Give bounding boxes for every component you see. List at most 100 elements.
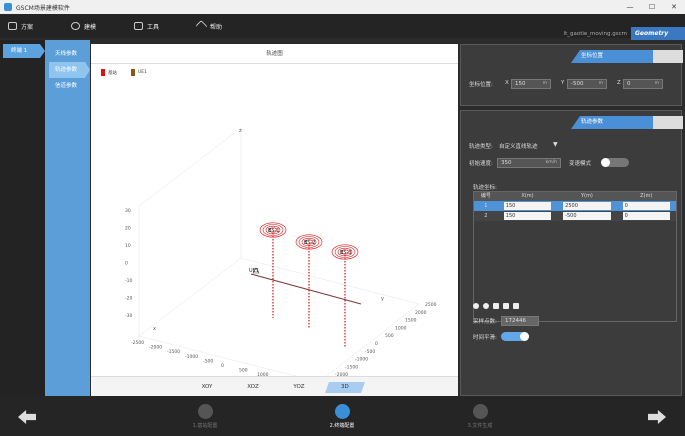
minimize-button[interactable]: — — [619, 0, 641, 14]
toggle-knob — [520, 332, 529, 341]
view-tab-yoz[interactable]: YOZ — [281, 382, 317, 393]
trajectory-coords-label: 轨迹坐标: — [473, 185, 497, 191]
base-station-label: BS-1 — [268, 228, 280, 234]
step-base-station[interactable]: 1.基站配置 — [180, 404, 230, 429]
row-id: 2 — [484, 213, 488, 219]
table-toolbar — [473, 303, 519, 309]
time-smooth-toggle[interactable] — [501, 332, 529, 341]
antenna-icon — [197, 404, 213, 419]
x-field-value: 150 — [515, 81, 526, 87]
header-tab-decoration — [653, 116, 683, 129]
close-button[interactable]: ✕ — [663, 0, 685, 14]
remove-row-icon[interactable] — [483, 303, 489, 309]
sub-nav-trajectory[interactable]: 轨迹参数 — [49, 62, 90, 78]
sample-points-field: 172446 — [501, 316, 539, 326]
bottom-bar: 1.基站配置 2.终端配置 3.文件生成 — [0, 396, 685, 436]
z-field-value: 0 — [627, 81, 631, 87]
view-tab-xoz[interactable]: XOZ — [235, 382, 271, 393]
row-x-input[interactable]: 150 — [503, 212, 552, 220]
back-arrow-icon[interactable] — [18, 410, 36, 424]
y-tick-label: 1000 — [395, 325, 407, 331]
row-z-input[interactable]: 0 — [622, 212, 670, 220]
y-field-label: Y — [561, 80, 565, 86]
position-label: 坐标位置: — [469, 82, 493, 88]
geometry-tab[interactable]: Geometry — [631, 27, 685, 40]
sample-points-label: 采样点数: — [473, 319, 497, 325]
trajectory-type-label: 轨迹类型: — [469, 144, 493, 150]
trajectory-type-select[interactable]: 自定义直线轨迹 — [499, 142, 538, 150]
view-tab-yoz-label: YOZ — [293, 384, 305, 390]
x-tick-label: 500 — [239, 368, 248, 374]
base-station-marker: BS-1 — [259, 222, 287, 318]
col-header-x: X(m) — [521, 193, 534, 199]
z-tick-label: 0 — [125, 261, 128, 267]
add-row-icon[interactable] — [473, 303, 479, 309]
window-title: GSCM场景建模软件 — [16, 4, 70, 12]
z-field-unit: m — [654, 81, 659, 86]
y-field-unit: m — [598, 81, 603, 86]
x-tick-label: -2500 — [131, 340, 144, 346]
menu-tools[interactable]: 工具 — [134, 22, 159, 31]
step-file-generate[interactable]: 3.文件生成 — [455, 404, 505, 429]
y-tick-label: 2000 — [415, 310, 427, 316]
folder-icon[interactable] — [513, 303, 519, 309]
y-tick-label: -500 — [365, 349, 375, 355]
menu-scheme[interactable]: 方案 — [8, 22, 33, 31]
sub-nav-channel[interactable]: 信道参数 — [45, 78, 90, 94]
row-x-input[interactable]: 150 — [503, 202, 552, 210]
time-smooth-label: 时间平滑: — [473, 335, 497, 341]
plot-title: 轨迹图 — [91, 44, 458, 64]
view-tab-xoy[interactable]: XOY — [189, 382, 225, 393]
initial-speed-value: 350 — [501, 160, 512, 166]
y-axis-label: y — [381, 296, 384, 302]
legend-label-bs: 基站 — [108, 70, 117, 76]
trajectory-header-label: 轨迹参数 — [581, 119, 604, 125]
3d-trajectory-plot[interactable]: 3020100-10-20-30 -2500-2000-1500-1000-50… — [91, 80, 458, 376]
ue-marker: UE1 — [249, 267, 260, 274]
z-field[interactable]: 0m — [623, 79, 663, 89]
sub-nav: 天线参数 轨迹参数 信道参数 — [45, 40, 90, 396]
x-tick-label: -2000 — [149, 345, 162, 351]
menu-model[interactable]: 建模 — [71, 22, 96, 31]
save-icon[interactable] — [503, 303, 509, 309]
z-field-label: Z — [617, 80, 621, 86]
y-field-value: -500 — [571, 81, 584, 87]
initial-speed-unit: km/h — [545, 160, 557, 165]
menu-help[interactable]: 帮助 — [195, 19, 222, 33]
table-row[interactable]: 1 150 2500 0 — [474, 201, 676, 211]
view-tab-3d[interactable]: 3D — [324, 382, 366, 393]
row-z-input[interactable]: 0 — [622, 202, 670, 210]
x-field[interactable]: 150 m — [511, 79, 551, 89]
step-terminal[interactable]: 2.终端配置 — [317, 404, 367, 429]
table-header: 编号 X(m) Y(m) Z(m) — [474, 192, 676, 201]
view-tabs: XOY XOZ YOZ 3D — [91, 376, 458, 396]
forward-arrow-icon[interactable] — [648, 410, 666, 424]
x-field-unit: m — [542, 81, 547, 86]
menu-model-label: 建模 — [84, 23, 97, 31]
position-header-label: 坐标位置 — [581, 53, 604, 59]
terminal-tab[interactable]: 终端 1 — [3, 44, 45, 58]
x-field-label: X — [505, 80, 509, 86]
x-tick-label: -1000 — [185, 354, 198, 360]
delete-icon[interactable] — [493, 303, 499, 309]
maximize-button[interactable]: ☐ — [641, 0, 663, 14]
base-station-label: BS-3 — [340, 250, 352, 256]
chevron-down-icon[interactable]: ▼ — [553, 141, 558, 148]
x-tick-label: -500 — [203, 358, 213, 364]
legend-label-ue: UE1 — [138, 70, 147, 75]
ue-label: UE1 — [249, 268, 259, 274]
y-tick-label: -1000 — [355, 357, 368, 363]
left-nav: 终端 1 — [0, 40, 45, 396]
z-tick-label: -30 — [125, 313, 132, 319]
row-y-input[interactable]: -500 — [563, 212, 611, 220]
step-terminal-label: 2.终端配置 — [329, 423, 355, 429]
sub-nav-antenna[interactable]: 天线参数 — [45, 46, 90, 62]
initial-speed-field[interactable]: 350 km/h — [497, 158, 561, 168]
step-base-station-label: 1.基站配置 — [192, 423, 218, 429]
y-tick-label: 500 — [385, 333, 394, 339]
y-field[interactable]: -500 m — [567, 79, 607, 89]
row-y-input[interactable]: 2500 — [563, 202, 611, 210]
file-name: lt_gaotie_moving.gscm — [563, 31, 627, 37]
variable-speed-toggle[interactable] — [601, 158, 629, 167]
table-row[interactable]: 2 150 -500 0 — [474, 211, 676, 221]
